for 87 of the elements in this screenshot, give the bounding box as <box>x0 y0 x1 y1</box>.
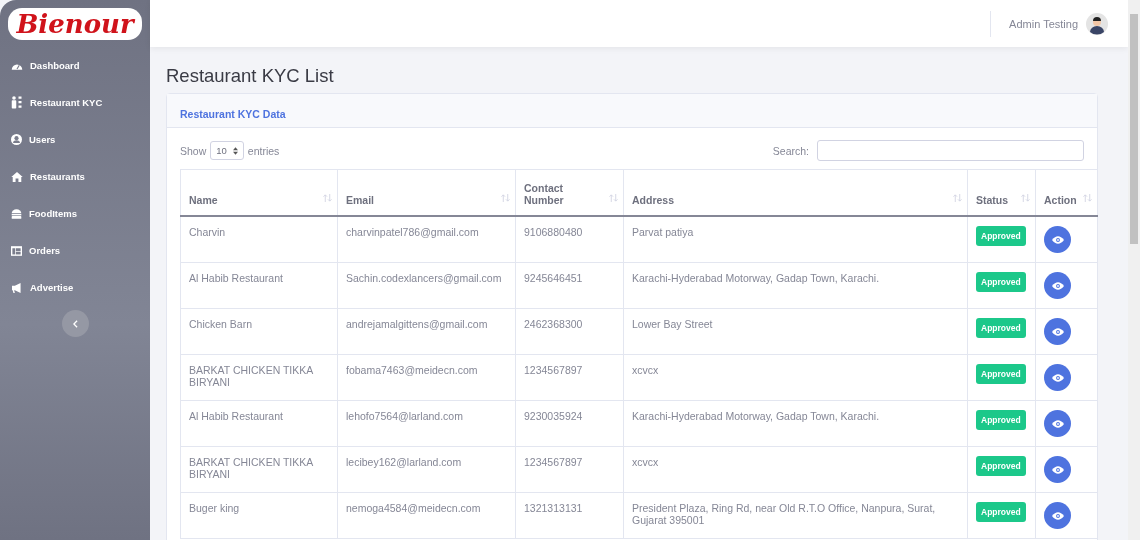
contact-cell-text: 1321313131 <box>524 502 584 514</box>
view-button[interactable] <box>1044 456 1071 483</box>
eye-icon <box>1051 511 1064 520</box>
contact-cell-text: 1234567897 <box>524 456 584 468</box>
sidebar-item[interactable]: Dashboard <box>0 47 150 84</box>
address-cell-text: xcvcx <box>632 456 660 468</box>
contact-cell-text: 9106880480 <box>524 226 584 238</box>
sidebar-item[interactable]: Advertise <box>0 269 150 306</box>
eye-icon <box>1051 327 1064 336</box>
view-button[interactable] <box>1044 502 1071 529</box>
name-cell-text: Charvin <box>189 226 227 238</box>
avatar-icon[interactable] <box>1086 12 1108 35</box>
address-cell-text: Karachi-Hyderabad Motorway, Gadap Town, Karachi. <box>632 410 881 422</box>
sort-icon <box>1021 194 1030 202</box>
view-button[interactable] <box>1044 364 1071 391</box>
email-cell-text: lehofo7564@larland.com <box>346 410 464 422</box>
burger-icon <box>11 208 22 219</box>
contact-cell-text: 9230035924 <box>524 410 584 422</box>
user-icon <box>11 134 22 145</box>
column-header[interactable]: Name <box>180 169 338 216</box>
email-cell-text: charvinpatel786@gmail.com <box>346 226 480 238</box>
scrollbar[interactable] <box>1128 0 1140 540</box>
name-cell-text: Al Habib Restaurant <box>189 410 284 422</box>
sidebar-item[interactable]: Users <box>0 121 150 158</box>
sort-icon <box>501 194 510 202</box>
column-header[interactable]: Status <box>967 169 1036 216</box>
contact-cell-text: 2462368300 <box>524 318 584 330</box>
eye-icon <box>1051 281 1064 290</box>
sidebar-item[interactable]: Orders <box>0 232 150 269</box>
chevron-left-icon <box>72 319 78 328</box>
address-cell-text: Karachi-Hyderabad Motorway, Gadap Town, Karachi. <box>632 272 881 284</box>
eye-icon <box>1051 373 1064 382</box>
contact-cell-text: 1234567897 <box>524 364 584 376</box>
search-label: Search: <box>772 144 809 157</box>
status-badge: Approved <box>976 410 1026 430</box>
address-cell-text: President Plaza, Ring Rd, near Old R.T.O Office, Nanpura, Surat, Gujarat 395001 <box>632 502 937 526</box>
sort-icon <box>609 194 618 202</box>
email-cell-text: nemoga4584@meidecn.com <box>346 502 482 514</box>
show-label: Show <box>180 144 207 157</box>
address-cell-text: xcvcx <box>632 364 660 376</box>
sidebar-item[interactable]: FoodItems <box>0 195 150 232</box>
sort-icon <box>323 194 332 202</box>
list-icon <box>11 245 22 256</box>
email-cell-text: Sachin.codexlancers@gmail.com <box>346 272 503 284</box>
email-cell-text: lecibey162@larland.com <box>346 456 463 468</box>
contact-cell-text: 9245646451 <box>524 272 584 284</box>
entries-select[interactable]: 10 <box>210 141 244 160</box>
column-header[interactable]: Address <box>623 169 968 216</box>
email-cell-text: andrejamalgittens@gmail.com <box>346 318 489 330</box>
brand-logo[interactable]: Bienour <box>8 7 142 40</box>
status-badge: Approved <box>976 318 1026 338</box>
view-button[interactable] <box>1044 272 1071 299</box>
view-button[interactable] <box>1044 226 1071 253</box>
sort-icon <box>953 194 962 202</box>
megaphone-icon <box>11 282 23 293</box>
status-badge: Approved <box>976 456 1026 476</box>
sidebar-item[interactable]: Restaurants <box>0 158 150 195</box>
address-cell-text: Lower Bay Street <box>632 318 714 330</box>
name-cell-text: BARKAT CHICKEN TIKKA BIRYANI <box>189 364 314 388</box>
status-badge: Approved <box>976 272 1026 292</box>
column-header[interactable]: Email <box>337 169 516 216</box>
sidebar-item[interactable]: Restaurant KYC <box>0 84 150 121</box>
column-header[interactable]: Action <box>1035 169 1098 216</box>
eye-icon <box>1051 465 1064 474</box>
eye-icon <box>1051 235 1064 244</box>
entries-label: entries <box>247 144 280 157</box>
sort-icon <box>1083 194 1092 202</box>
status-badge: Approved <box>976 364 1026 384</box>
eye-icon <box>1051 419 1064 428</box>
home-icon <box>11 171 23 182</box>
name-cell-text: Buger king <box>189 502 241 514</box>
address-cell-text: Parvat patiya <box>632 226 695 238</box>
status-badge: Approved <box>976 502 1026 522</box>
people-icon <box>11 95 23 110</box>
user-name[interactable]: Admin Testing <box>1009 17 1078 30</box>
status-badge: Approved <box>976 226 1026 246</box>
column-header[interactable]: Contact Number <box>515 169 624 216</box>
card-title: Restaurant KYC Data <box>180 108 286 120</box>
name-cell-text: Al Habib Restaurant <box>189 272 284 284</box>
name-cell-text: Chicken Barn <box>189 318 254 330</box>
search-field[interactable] <box>817 140 1084 161</box>
view-button[interactable] <box>1044 410 1071 437</box>
view-button[interactable] <box>1044 318 1071 345</box>
page-title: Restaurant KYC List <box>166 65 335 87</box>
updown-icon <box>232 146 238 155</box>
name-cell-text: BARKAT CHICKEN TIKKA BIRYANI <box>189 456 314 480</box>
email-cell-text: fobama7463@meidecn.com <box>346 364 479 376</box>
